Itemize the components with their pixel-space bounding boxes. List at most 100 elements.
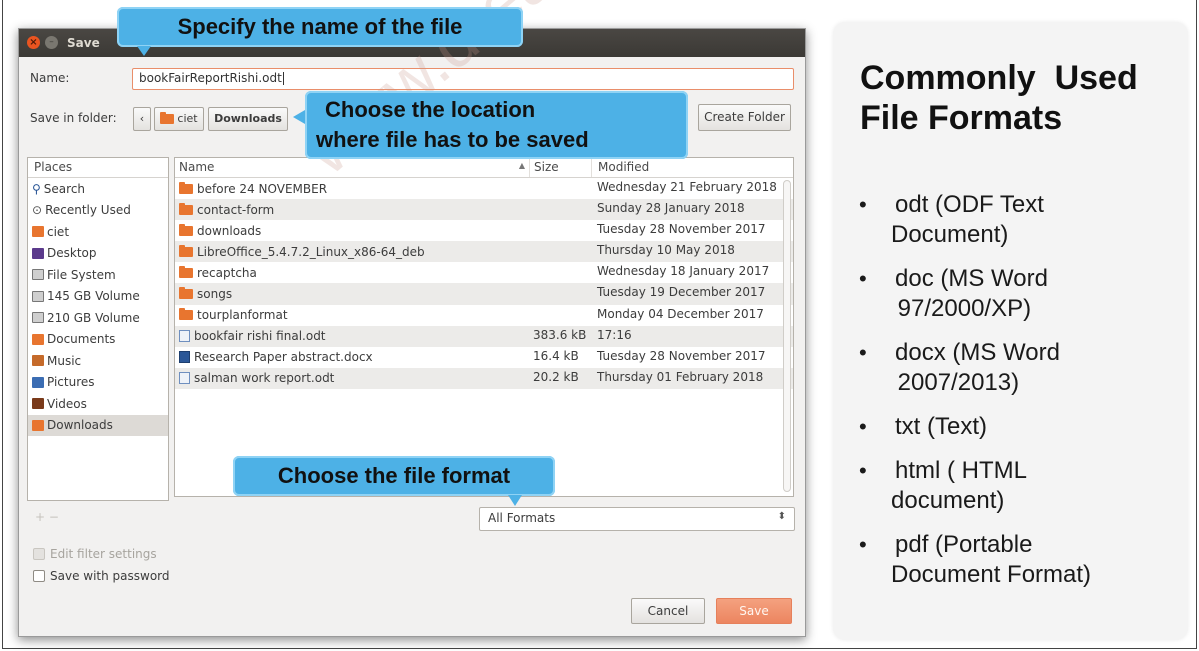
callout-file-format: Choose the file format [233,456,555,496]
place-145gb-volume[interactable]: 145 GB Volume [28,286,168,308]
place-search[interactable]: ⚲ Search [28,178,168,200]
file-row[interactable]: before 24 NOVEMBER Wednesday 21 February … [175,178,793,199]
place-label: Downloads [47,418,113,433]
path-label-ciet: ciet [177,112,198,125]
folder-icon [179,181,193,194]
panel-title: Commonly Used File Formats [860,58,1180,138]
file-row[interactable]: bookfair rishi final.odt 383.6 kB 17:16 [175,325,793,347]
file-format-item: txt (Text) [853,412,1183,442]
file-name-cell: tourplanformat [175,305,529,326]
file-format-item: pdf (Portable Document Format) [853,530,1183,590]
place-ciet[interactable]: ciet [28,221,168,243]
file-modified: Tuesday 28 November 2017 [597,348,766,363]
place-label: Pictures [47,375,95,390]
save-button[interactable]: Save [716,598,792,624]
drive-icon [32,269,44,281]
file-row[interactable]: recaptcha Wednesday 18 January 2017 [175,262,793,283]
file-name: salman work report.odt [194,371,335,386]
place-label: Search [43,181,86,196]
place-desktop[interactable]: Desktop [28,243,168,265]
place-210gb-volume[interactable]: 210 GB Volume [28,307,168,329]
file-name-cell: songs [175,283,529,304]
file-row[interactable]: downloads Tuesday 28 November 2017 [175,220,793,241]
videos-folder-icon [32,398,44,410]
file-size [529,241,591,262]
format-line2: 2007/2013) [891,369,1020,396]
callout-pointer [508,495,522,506]
column-header-name[interactable]: Name ▲ [175,158,529,177]
file-size [529,178,591,199]
save-with-password-checkbox[interactable]: Save with password [33,569,170,583]
file-size: 20.2 kB [533,369,579,384]
file-size [529,305,591,326]
format-line1: docx (MS Word [895,339,1060,366]
place-label: Documents [47,332,116,347]
format-line1: pdf (Portable [895,531,1033,558]
folder-icon [179,265,193,278]
file-size: 16.4 kB [533,348,579,363]
file-format-item: html ( HTML document) [853,456,1183,516]
file-row[interactable]: Research Paper abstract.docx 16.4 kB Tuesd… [175,347,793,368]
file-modified: Wednesday 21 February 2018 [597,180,777,194]
column-header-modified[interactable]: Modified [591,158,793,177]
place-videos[interactable]: Videos [28,393,168,415]
file-row[interactable]: salman work report.odt 20.2 kB Thursday 01… [175,367,793,389]
callout-pointer [137,46,151,56]
create-folder-button[interactable]: Create Folder [698,104,791,131]
file-modified: Tuesday 28 November 2017 [597,222,766,237]
sort-ascending-icon: ▲ [518,161,525,170]
folder-icon [179,202,193,215]
file-row[interactable]: songs Tuesday 19 December 2017 [175,283,793,305]
name-label: Name: [30,71,70,85]
file-name: tourplanformat [197,308,288,323]
places-sidebar: Places ⚲ Search ⊙ Recently Used ciet Deskt… [27,157,169,501]
file-list-scrollbar[interactable] [783,180,791,492]
place-downloads[interactable]: Downloads [28,414,168,436]
file-name: contact-form [197,202,275,217]
file-size [529,262,591,283]
file-row[interactable]: contact-form Sunday 28 January 2018 [175,199,793,221]
callout-file-name: Specify the name of the file [117,7,523,47]
file-size [529,199,591,220]
dialog-title: Save [67,36,100,50]
combo-arrows-icon: ⬍ [777,511,786,522]
place-file-system[interactable]: File System [28,264,168,286]
close-icon[interactable]: × [27,36,40,49]
file-row[interactable]: LibreOffice_5.4.7.2_Linux_x86-64_deb Thur… [175,241,793,263]
place-pictures[interactable]: Pictures [28,372,168,394]
text-document-icon [179,372,190,385]
cancel-button[interactable]: Cancel [631,598,705,624]
file-name: Research Paper abstract.docx [194,350,373,365]
file-modified: Thursday 01 February 2018 [597,369,764,384]
format-line1: doc (MS Word [895,265,1048,292]
file-format-item: odt (ODF Text Document) [853,190,1183,250]
path-back-button[interactable]: ‹ [133,107,151,131]
file-name-input[interactable]: bookFairReportRishi.odt [132,68,794,90]
place-music[interactable]: Music [28,350,168,372]
place-documents[interactable]: Documents [28,329,168,351]
folder-icon [179,287,193,300]
folder-icon [179,223,193,236]
file-name-cell: Research Paper abstract.docx [175,347,529,368]
file-name-cell: bookfair rishi final.odt [175,326,529,347]
path-button-downloads[interactable]: Downloads [208,107,288,131]
file-format-item: doc (MS Word 97/2000/XP) [853,264,1183,324]
format-line2: 97/2000/XP) [891,295,1032,322]
checkbox-box[interactable] [33,570,45,582]
file-name-cell: contact-form [175,199,529,220]
file-formats-panel: Commonly Used File Formats odt (ODF Text… [833,22,1188,640]
callout-location-line1: Choose the location [325,97,536,122]
place-label: Desktop [47,246,97,261]
minimize-icon[interactable]: – [45,36,58,49]
file-row[interactable]: tourplanformat Monday 04 December 2017 [175,305,793,326]
file-list-header: Name ▲ Size Modified [175,158,793,178]
place-recently-used[interactable]: ⊙ Recently Used [28,200,168,222]
text-document-icon [179,330,190,343]
file-size [529,283,591,304]
callout-location: Choose the location where file has to be… [305,91,688,159]
column-header-size[interactable]: Size [529,158,591,177]
file-name: downloads [197,223,262,238]
path-button-ciet[interactable]: ciet [154,107,204,131]
place-label: 210 GB Volume [47,310,140,325]
file-format-select[interactable]: All Formats ⬍ [479,507,795,531]
